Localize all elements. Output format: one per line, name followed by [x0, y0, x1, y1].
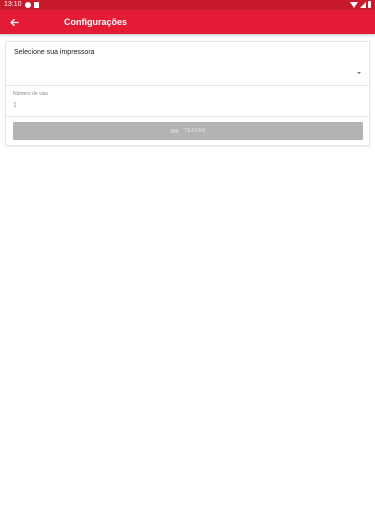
- app-bar: Configurações: [0, 10, 375, 34]
- test-button[interactable]: TESTAR: [13, 122, 363, 140]
- status-bar: 13:10: [0, 0, 375, 10]
- toggle-icon: [170, 129, 180, 133]
- divider: [6, 85, 369, 86]
- copies-label: Número de vias: [13, 91, 49, 97]
- copies-underline: [6, 116, 369, 117]
- page-title: Configurações: [64, 17, 128, 27]
- chevron-down-icon: [357, 72, 361, 74]
- signal-icon: [360, 1, 366, 8]
- test-button-label: TESTAR: [184, 128, 206, 134]
- status-right: [350, 1, 371, 8]
- printer-dropdown[interactable]: Selecione sua impressora: [6, 42, 369, 84]
- status-time: 13:10: [4, 1, 22, 8]
- settings-card: Selecione sua impressora Número de vias …: [5, 41, 370, 146]
- copies-input[interactable]: [13, 99, 362, 111]
- back-button[interactable]: [6, 14, 22, 30]
- battery-icon: [368, 1, 371, 8]
- arrow-left-icon: [9, 18, 19, 26]
- notification-icon: [24, 2, 31, 8]
- wifi-icon: [350, 1, 358, 8]
- status-left: 13:10: [4, 0, 39, 10]
- sd-card-icon: [33, 2, 39, 8]
- printer-label: Selecione sua impressora: [14, 49, 95, 56]
